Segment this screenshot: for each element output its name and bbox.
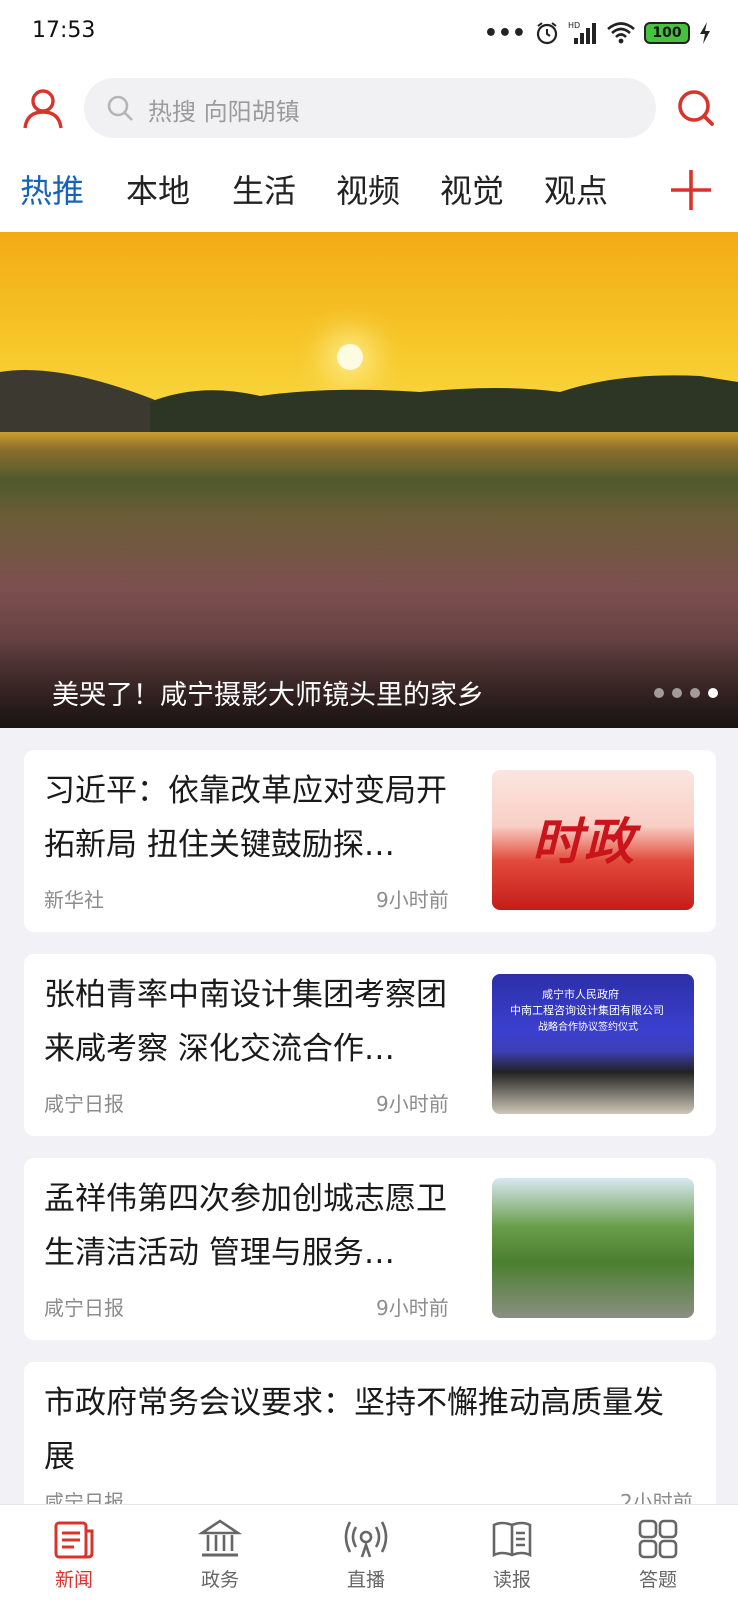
article-title: 市政府常务会议要求：坚持不懈推动高质量发展 bbox=[44, 1385, 664, 1475]
search-button[interactable] bbox=[668, 78, 724, 138]
nav-label: 新闻 bbox=[54, 1569, 93, 1591]
nav-live[interactable]: 直播 bbox=[316, 1517, 416, 1592]
carousel-dot bbox=[672, 688, 682, 698]
article-time: 9小时前 bbox=[376, 1296, 449, 1320]
search-icon bbox=[107, 95, 133, 121]
article-title: 习近平：依靠改革应对变局开拓新局 扭住关键鼓励探… bbox=[44, 773, 447, 863]
wifi-icon bbox=[607, 22, 635, 44]
thumbnail-text: 咸宁市人民政府 bbox=[542, 988, 619, 1001]
banner-carousel[interactable]: 美哭了！咸宁摄影大师镜头里的家乡 bbox=[0, 232, 738, 728]
news-card[interactable]: 市政府常务会议要求：坚持不懈推动高质量发展 咸宁日报 2小时前 bbox=[24, 1362, 716, 1522]
article-time: 9小时前 bbox=[376, 1092, 449, 1116]
search-bar[interactable]: 热搜 向阳胡镇 bbox=[84, 78, 656, 138]
status-time: 17:53 bbox=[32, 18, 96, 43]
more-dots-icon: ••• bbox=[483, 20, 526, 46]
tab-opinion[interactable]: 观点 bbox=[544, 166, 608, 212]
tab-hot[interactable]: 热推 bbox=[20, 166, 84, 212]
search-placeholder: 热搜 向阳胡镇 bbox=[148, 98, 300, 126]
news-card[interactable]: 习近平：依靠改革应对变局开拓新局 扭住关键鼓励探… 新华社 9小时前 时政 bbox=[24, 750, 716, 932]
svg-text:HD: HD bbox=[568, 21, 580, 30]
tab-video[interactable]: 视频 bbox=[336, 166, 400, 212]
news-card[interactable]: 孟祥伟第四次参加创城志愿卫生清洁活动 管理与服务… 咸宁日报 9小时前 bbox=[24, 1158, 716, 1340]
user-icon bbox=[23, 89, 63, 129]
government-icon bbox=[198, 1519, 242, 1557]
charging-icon bbox=[700, 22, 710, 44]
alarm-icon bbox=[536, 22, 558, 45]
tab-life[interactable]: 生活 bbox=[232, 166, 296, 212]
article-title: 孟祥伟第四次参加创城志愿卫生清洁活动 管理与服务… bbox=[44, 1181, 447, 1271]
thumbnail-text: 战略合作协议签约仪式 bbox=[538, 1022, 638, 1033]
carousel-dot-active bbox=[708, 688, 718, 698]
nav-label: 读报 bbox=[492, 1569, 531, 1591]
quiz-icon bbox=[638, 1519, 678, 1559]
article-time: 9小时前 bbox=[376, 888, 449, 912]
bottom-navigation: 新闻 政务 直播 读报 答题 bbox=[0, 1504, 738, 1600]
app-header: 热搜 向阳胡镇 bbox=[0, 66, 738, 150]
article-title: 张柏青率中南设计集团考察团来咸考察 深化交流合作… bbox=[44, 977, 447, 1067]
newspaper-icon bbox=[492, 1521, 532, 1558]
nav-government[interactable]: 政务 bbox=[170, 1517, 270, 1592]
carousel-dot bbox=[654, 688, 664, 698]
add-channel-button[interactable] bbox=[666, 160, 716, 220]
carousel-dot bbox=[690, 688, 700, 698]
search-icon bbox=[678, 90, 714, 126]
tab-visual[interactable]: 视觉 bbox=[440, 166, 504, 212]
news-icon bbox=[54, 1521, 94, 1559]
nav-label: 答题 bbox=[638, 1569, 677, 1591]
battery-indicator: 100 bbox=[644, 22, 690, 44]
news-card[interactable]: 张柏青率中南设计集团考察团来咸考察 深化交流合作… 咸宁日报 9小时前 咸宁市人… bbox=[24, 954, 716, 1136]
carousel-indicator bbox=[654, 688, 718, 698]
article-thumbnail: 时政 bbox=[492, 770, 694, 910]
nav-news[interactable]: 新闻 bbox=[24, 1517, 124, 1592]
signal-icon: HD bbox=[568, 21, 596, 44]
banner-caption: 美哭了！咸宁摄影大师镜头里的家乡 bbox=[52, 680, 484, 711]
thumbnail-text: 中南工程咨询设计集团有限公司 bbox=[510, 1004, 664, 1017]
nav-quiz[interactable]: 答题 bbox=[608, 1517, 708, 1592]
nav-label: 直播 bbox=[346, 1569, 385, 1591]
nav-label: 政务 bbox=[200, 1569, 239, 1591]
banner-image-landscape bbox=[0, 370, 738, 432]
user-profile-button[interactable] bbox=[18, 78, 68, 138]
plus-icon bbox=[671, 170, 711, 210]
nav-newspaper[interactable]: 读报 bbox=[462, 1517, 562, 1592]
live-icon bbox=[344, 1521, 388, 1558]
category-tabs: 热推 本地 生活 视频 视觉 观点 bbox=[0, 150, 738, 232]
status-icons: ••• HD 100 bbox=[484, 18, 712, 48]
article-thumbnail: 咸宁市人民政府 中南工程咨询设计集团有限公司 战略合作协议签约仪式 bbox=[492, 974, 694, 1114]
status-bar: 17:53 ••• HD 100 bbox=[0, 0, 738, 66]
article-source: 新华社 bbox=[44, 888, 104, 912]
article-source: 咸宁日报 bbox=[44, 1092, 124, 1116]
article-thumbnail bbox=[492, 1178, 694, 1318]
article-source: 咸宁日报 bbox=[44, 1296, 124, 1320]
tab-local[interactable]: 本地 bbox=[126, 166, 190, 212]
thumbnail-text: 时政 bbox=[532, 813, 636, 871]
